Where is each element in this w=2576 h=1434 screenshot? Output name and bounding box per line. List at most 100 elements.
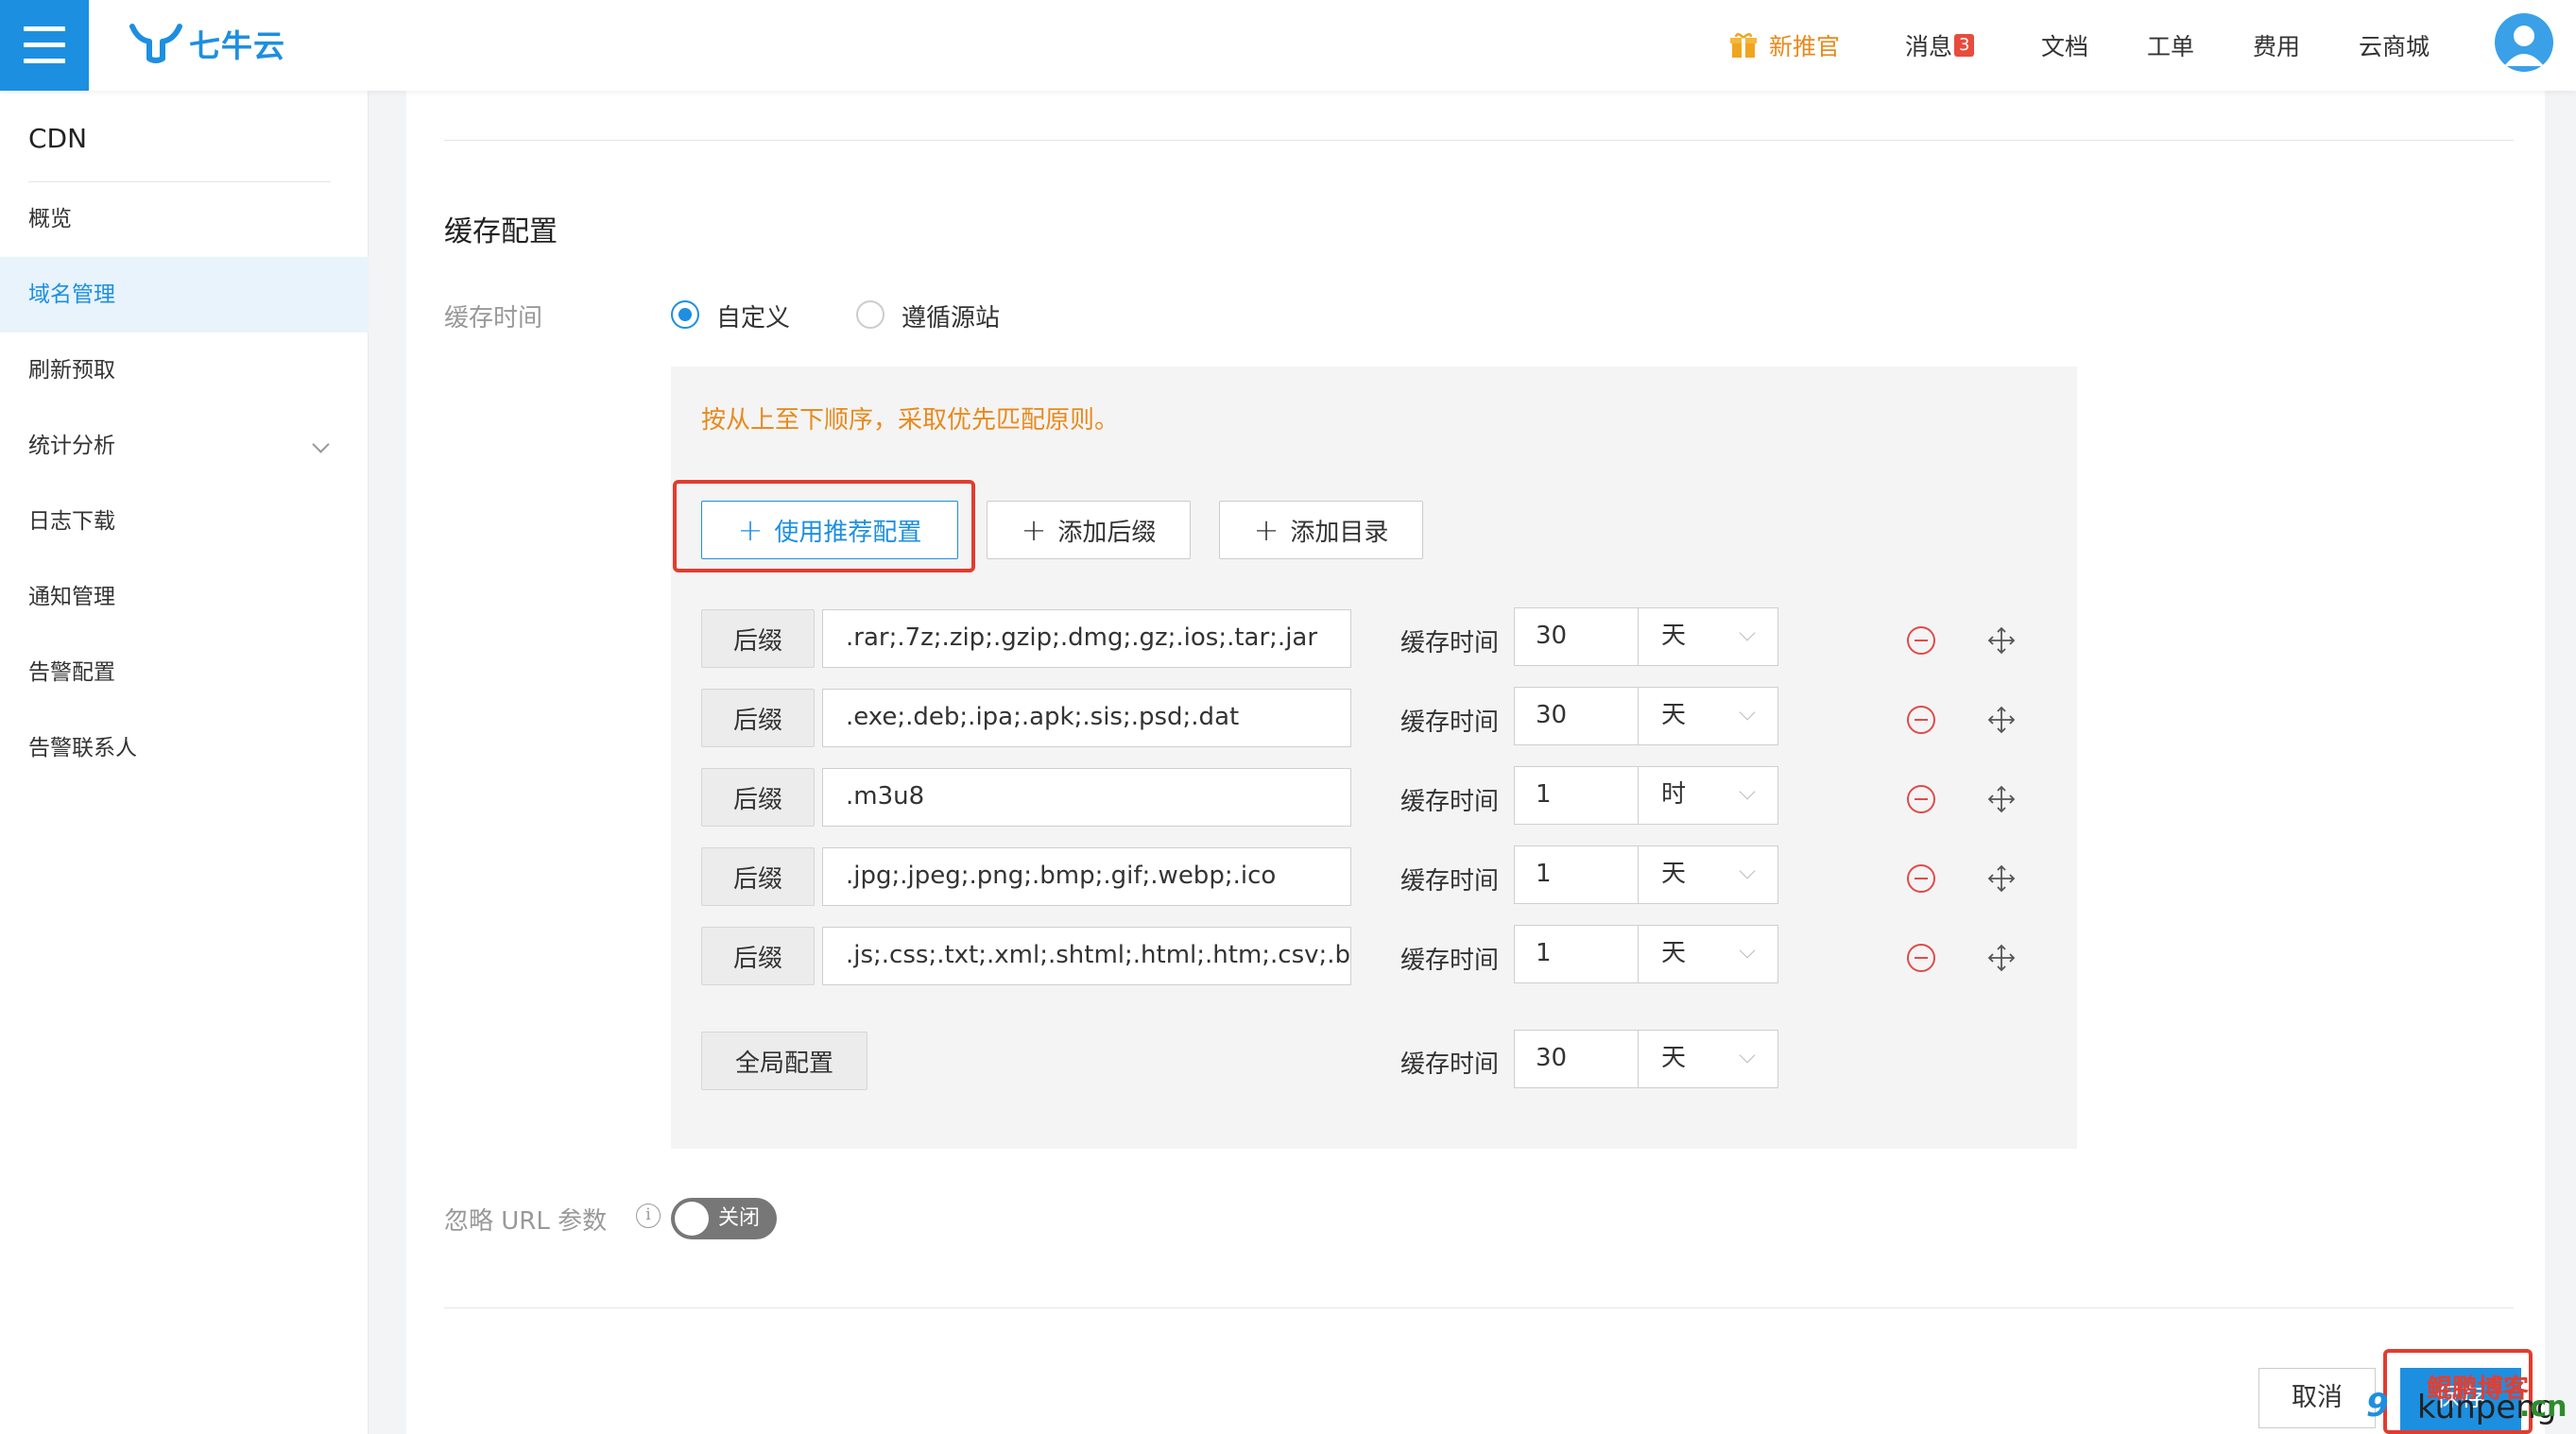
global-config-tag: 全局配置 bbox=[701, 1032, 867, 1090]
rule-pattern-input[interactable]: .exe;.deb;.ipa;.apk;.sis;.psd;.dat bbox=[822, 689, 1351, 747]
rule-time-label: 缓存时间 bbox=[1400, 629, 1500, 657]
rule-pattern-input[interactable]: .rar;.7z;.zip;.gzip;.dmg;.gz;.ios;.tar;.… bbox=[822, 609, 1351, 668]
rule-time-label: 缓存时间 bbox=[1400, 947, 1500, 975]
rule-time-label: 缓存时间 bbox=[1400, 788, 1500, 816]
chevron-down-icon bbox=[1739, 783, 1756, 800]
nav-messages[interactable]: 消息 3 bbox=[1905, 0, 1975, 91]
user-icon bbox=[2504, 26, 2544, 66]
nav-docs-label: 文档 bbox=[2041, 33, 2089, 60]
global-time-value-input[interactable]: 30 bbox=[1514, 1030, 1639, 1088]
rule-time-label: 缓存时间 bbox=[1400, 708, 1500, 737]
radio-follow-origin[interactable] bbox=[856, 300, 884, 329]
rule-time-value-input[interactable]: 1 bbox=[1514, 766, 1639, 825]
plus-icon: + bbox=[1021, 512, 1047, 548]
nav-docs[interactable]: 文档 bbox=[2041, 0, 2088, 91]
drag-handle-icon[interactable] bbox=[1986, 784, 2017, 814]
menu-toggle-button[interactable] bbox=[0, 0, 89, 91]
plus-icon: + bbox=[737, 512, 764, 548]
sidebar-title: CDN bbox=[28, 123, 88, 154]
watermark-prefix: 9 bbox=[2366, 1387, 2389, 1425]
nav-promoter-label: 新推官 bbox=[1769, 33, 1841, 60]
remove-rule-icon[interactable] bbox=[1907, 626, 1935, 655]
message-count-badge: 3 bbox=[1954, 34, 1975, 57]
drag-handle-icon[interactable] bbox=[1986, 943, 2017, 973]
rule-time-value-input[interactable]: 1 bbox=[1514, 845, 1639, 904]
rule-time-unit-value: 时 bbox=[1661, 780, 1687, 809]
rule-time-value-input[interactable]: 30 bbox=[1514, 607, 1639, 666]
nav-marketplace[interactable]: 云商城 bbox=[2359, 0, 2430, 91]
nav-promoter[interactable]: 新推官 bbox=[1729, 0, 1840, 91]
sidebar-item-domains[interactable]: 域名管理 bbox=[0, 257, 369, 333]
rule-time-unit-value: 天 bbox=[1661, 860, 1687, 888]
rule-pattern-input[interactable]: .m3u8 bbox=[822, 768, 1351, 827]
rule-type-tag: 后缀 bbox=[701, 609, 815, 668]
nav-messages-label: 消息 bbox=[1905, 33, 1953, 60]
ignore-url-label: 忽略 URL 参数 bbox=[444, 1207, 608, 1236]
chevron-down-icon bbox=[1739, 624, 1756, 641]
radio-follow-origin-label[interactable]: 遵循源站 bbox=[902, 299, 1000, 333]
top-header: 七牛云 新推官 消息 3 文档 工单 费用 云商城 bbox=[0, 0, 2576, 91]
nav-marketplace-label: 云商城 bbox=[2359, 33, 2430, 60]
rule-pattern-input[interactable]: .js;.css;.txt;.xml;.shtml;.html;.htm;.cs… bbox=[822, 927, 1351, 985]
chevron-down-icon bbox=[1739, 704, 1756, 721]
nav-billing-label: 费用 bbox=[2253, 33, 2301, 60]
global-time-unit-select[interactable]: 天 bbox=[1639, 1030, 1778, 1088]
gift-icon bbox=[1730, 33, 1757, 58]
rule-time-unit-select[interactable]: 天 bbox=[1639, 845, 1778, 904]
nav-tickets[interactable]: 工单 bbox=[2147, 0, 2194, 91]
rule-time-unit-value: 天 bbox=[1661, 701, 1687, 729]
add-suffix-label: 添加后缀 bbox=[1057, 518, 1157, 547]
radio-custom[interactable] bbox=[671, 300, 699, 329]
rule-pattern-input[interactable]: .jpg;.jpeg;.png;.bmp;.gif;.webp;.ico bbox=[822, 847, 1351, 906]
use-recommended-button[interactable]: + 使用推荐配置 bbox=[701, 501, 958, 559]
toggle-knob bbox=[675, 1202, 709, 1236]
chevron-down-icon bbox=[1739, 862, 1756, 879]
use-recommended-label: 使用推荐配置 bbox=[774, 518, 922, 547]
user-avatar[interactable] bbox=[2495, 13, 2553, 72]
section-divider-top bbox=[444, 140, 2514, 141]
nav-billing[interactable]: 费用 bbox=[2253, 0, 2300, 91]
nav-tickets-label: 工单 bbox=[2147, 33, 2195, 60]
ignore-url-toggle[interactable]: 关闭 bbox=[671, 1198, 777, 1239]
rule-type-tag: 后缀 bbox=[701, 927, 815, 985]
rule-time-value-input[interactable]: 1 bbox=[1514, 925, 1639, 983]
rule-time-unit-select[interactable]: 天 bbox=[1639, 687, 1778, 745]
qiniu-logo[interactable]: 七牛云 bbox=[129, 19, 285, 68]
add-suffix-button[interactable]: + 添加后缀 bbox=[987, 501, 1191, 559]
chevron-down-icon bbox=[1739, 942, 1756, 959]
rule-time-unit-select[interactable]: 时 bbox=[1639, 766, 1778, 825]
rule-time-unit-value: 天 bbox=[1661, 939, 1687, 967]
remove-rule-icon[interactable] bbox=[1907, 944, 1935, 972]
rule-time-label: 缓存时间 bbox=[1400, 867, 1500, 896]
sidebar-item-notify[interactable]: 通知管理 bbox=[0, 559, 369, 635]
global-time-unit-value: 天 bbox=[1661, 1044, 1687, 1072]
drag-handle-icon[interactable] bbox=[1986, 705, 2017, 735]
drag-handle-icon[interactable] bbox=[1986, 863, 2017, 894]
priority-notice: 按从上至下顺序，采取优先匹配原则。 bbox=[701, 406, 1120, 435]
cache-section-title: 缓存配置 bbox=[444, 215, 558, 248]
remove-rule-icon[interactable] bbox=[1907, 706, 1935, 734]
radio-custom-label[interactable]: 自定义 bbox=[716, 299, 790, 333]
sidebar-item-refresh[interactable]: 刷新预取 bbox=[0, 333, 369, 408]
rule-time-value-input[interactable]: 30 bbox=[1514, 687, 1639, 745]
cancel-button[interactable]: 取消 bbox=[2258, 1368, 2376, 1428]
add-directory-label: 添加目录 bbox=[1290, 518, 1389, 547]
rule-type-tag: 后缀 bbox=[701, 847, 815, 906]
rule-time-unit-value: 天 bbox=[1661, 622, 1687, 650]
sidebar-item-logs[interactable]: 日志下载 bbox=[0, 484, 369, 559]
rule-time-unit-select[interactable]: 天 bbox=[1639, 607, 1778, 666]
remove-rule-icon[interactable] bbox=[1907, 864, 1935, 893]
watermark-tld: .cn bbox=[2519, 1391, 2567, 1424]
sidebar-item-overview[interactable]: 概览 bbox=[0, 181, 369, 257]
sidebar-item-stats[interactable]: 统计分析 bbox=[0, 408, 369, 484]
chevron-down-icon bbox=[312, 435, 330, 453]
cache-time-label: 缓存时间 bbox=[444, 304, 543, 333]
rule-time-unit-select[interactable]: 天 bbox=[1639, 925, 1778, 983]
sidebar-item-alerts[interactable]: 告警配置 bbox=[0, 635, 369, 710]
remove-rule-icon[interactable] bbox=[1907, 785, 1935, 813]
info-icon[interactable]: i bbox=[636, 1204, 661, 1228]
drag-handle-icon[interactable] bbox=[1986, 625, 2017, 656]
section-divider-bottom bbox=[444, 1307, 2514, 1308]
add-directory-button[interactable]: + 添加目录 bbox=[1219, 501, 1423, 559]
sidebar-item-alert-contacts[interactable]: 告警联系人 bbox=[0, 710, 369, 786]
